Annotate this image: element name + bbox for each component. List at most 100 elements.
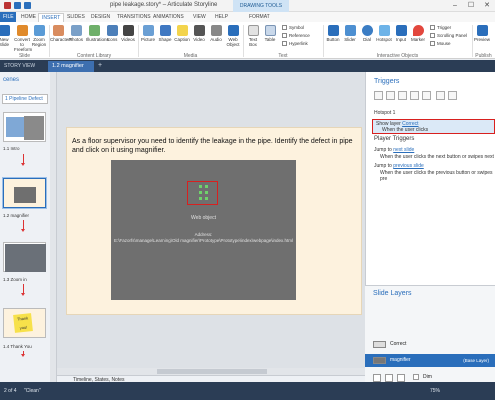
mouse-option[interactable]: Mouse <box>430 41 451 47</box>
group-label-slide: Slide <box>18 53 31 59</box>
videos-button[interactable]: Videos <box>120 25 136 42</box>
reference-option[interactable]: Reference <box>282 33 310 39</box>
tab-home[interactable]: HOME <box>18 13 39 22</box>
duplicate-layer-icon[interactable] <box>385 374 393 382</box>
maximize-button[interactable]: ☐ <box>463 0 479 12</box>
hotspot-icon <box>378 25 390 36</box>
scrollbar-thumb[interactable] <box>157 369 267 374</box>
scrolling-panel-icon <box>430 33 435 39</box>
layer-magnifier-base[interactable]: magnifier (Base Layer) <box>365 354 495 367</box>
move-down-icon[interactable] <box>448 91 457 100</box>
trigger-object-hotspot[interactable]: Hotspot 1 <box>374 110 395 116</box>
new-layer-icon[interactable] <box>373 374 381 382</box>
hotspot-1[interactable] <box>187 181 218 205</box>
picture-button[interactable]: Picture <box>140 25 156 42</box>
edit-trigger-icon[interactable] <box>386 91 395 100</box>
paste-trigger-icon[interactable] <box>410 91 419 100</box>
close-button[interactable]: ✕ <box>479 0 495 12</box>
tab-format[interactable]: FORMAT <box>246 13 273 22</box>
slide-thumb-magnifier[interactable] <box>3 178 46 208</box>
trigger-option[interactable]: Trigger <box>430 25 451 31</box>
web-object-button[interactable]: Web Object <box>225 25 241 47</box>
button-tool[interactable]: Button <box>325 25 341 42</box>
new-slide-button[interactable]: New Slide <box>0 25 12 47</box>
tab-insert[interactable]: INSERT <box>38 13 65 22</box>
triggers-title: Triggers <box>374 78 400 85</box>
handle[interactable] <box>199 191 202 194</box>
caption-icon <box>176 25 188 36</box>
dial-tool[interactable]: Dial <box>359 25 375 42</box>
slide-tab-magnifier[interactable]: 1.2 magnifier <box>48 61 94 72</box>
slide-layers-title: Slide Layers <box>373 290 412 297</box>
tab-file[interactable]: FILE <box>0 12 16 22</box>
video-icon <box>193 25 205 36</box>
tab-transitions[interactable]: TRANSITIONS <box>114 13 154 22</box>
tab-view[interactable]: VIEW <box>190 13 209 22</box>
selected-trigger-show-layer[interactable]: Show layer Correct When the user clicks <box>372 119 495 134</box>
dim-checkbox[interactable] <box>413 374 419 380</box>
quick-access-toolbar <box>4 2 31 9</box>
new-trigger-icon[interactable] <box>374 91 383 100</box>
slide-thumb-thank-you[interactable]: Thank you! <box>3 308 46 338</box>
undo-icon[interactable] <box>24 2 31 9</box>
icons-button[interactable]: Icons <box>104 25 120 42</box>
scene-dropdown[interactable]: 1 Pipeline Defect <box>2 94 48 104</box>
audio-button[interactable]: Audio <box>208 25 224 42</box>
group-label-content-library: Content Library <box>76 53 112 59</box>
symbol-option[interactable]: Symbol <box>282 25 304 31</box>
slide-thumb-zoom-in[interactable] <box>3 242 46 272</box>
preview-button[interactable]: Preview <box>474 25 490 42</box>
player-trigger-previous[interactable]: Jump to previous slide <box>374 163 424 169</box>
scrolling-panel-option[interactable]: Scrolling Panel <box>430 33 467 39</box>
copy-trigger-icon[interactable] <box>398 91 407 100</box>
hotspot-tool[interactable]: Hotspot <box>376 25 392 42</box>
slider-tool[interactable]: Slider <box>342 25 358 42</box>
flow-arrow <box>21 284 25 296</box>
layer-correct[interactable]: Correct <box>365 338 495 351</box>
handle[interactable] <box>205 191 208 194</box>
video-button[interactable]: Video <box>191 25 207 42</box>
delete-layer-icon[interactable] <box>397 374 405 382</box>
tab-design[interactable]: DESIGN <box>88 13 113 22</box>
hyperlink-option[interactable]: Hyperlink <box>282 41 308 47</box>
save-icon[interactable] <box>14 2 21 9</box>
input-tool[interactable]: Input <box>393 25 409 42</box>
mouse-icon <box>430 41 435 47</box>
minimize-button[interactable]: – <box>447 0 463 12</box>
illustrations-button[interactable]: Illustrations <box>86 25 109 42</box>
zoom-region-button[interactable]: Zoom Region <box>31 25 47 47</box>
story-view-tab[interactable]: STORY VIEW <box>4 63 35 69</box>
tab-animations[interactable]: ANIMATIONS <box>150 13 187 22</box>
audio-icon <box>210 25 222 36</box>
window-title: pipe leakage.story* – Articulate Storyli… <box>110 2 218 8</box>
slide-thumb-intro[interactable] <box>3 112 46 142</box>
player-triggers-title: Player Triggers <box>374 136 415 142</box>
move-up-icon[interactable] <box>436 91 445 100</box>
stage-horizontal-scrollbar[interactable] <box>57 368 365 375</box>
handle[interactable] <box>199 185 202 188</box>
convert-freeform-button[interactable]: Convert to Freeform <box>14 25 32 52</box>
add-tab-button[interactable]: + <box>98 62 106 70</box>
handle[interactable] <box>199 197 202 200</box>
scenes-scrollbar[interactable] <box>50 72 56 382</box>
delete-trigger-icon[interactable] <box>422 91 431 100</box>
tab-slides[interactable]: SLIDES <box>64 13 88 22</box>
player-trigger-previous-condition: When the user clicks the previous button… <box>380 170 493 182</box>
group-label-media: Media <box>183 53 198 59</box>
handle[interactable] <box>205 185 208 188</box>
shape-button[interactable]: Shape <box>157 25 173 42</box>
characters-button[interactable]: Characters <box>50 25 72 42</box>
photos-button[interactable]: Photos <box>68 25 84 42</box>
picture-icon <box>142 25 154 36</box>
dim-label: Dim <box>423 374 432 380</box>
tab-help[interactable]: HELP <box>212 13 231 22</box>
text-box-button[interactable]: Text Box <box>245 25 261 47</box>
caption-button[interactable]: Caption <box>174 25 190 42</box>
marker-tool[interactable]: Marker <box>410 25 426 42</box>
zoom-level[interactable]: 75% <box>430 388 440 394</box>
player-trigger-next[interactable]: Jump to next slide <box>374 147 414 153</box>
web-object-icon <box>227 25 239 36</box>
table-button[interactable]: Table <box>262 25 278 42</box>
handle[interactable] <box>205 197 208 200</box>
preview-icon <box>476 25 488 36</box>
